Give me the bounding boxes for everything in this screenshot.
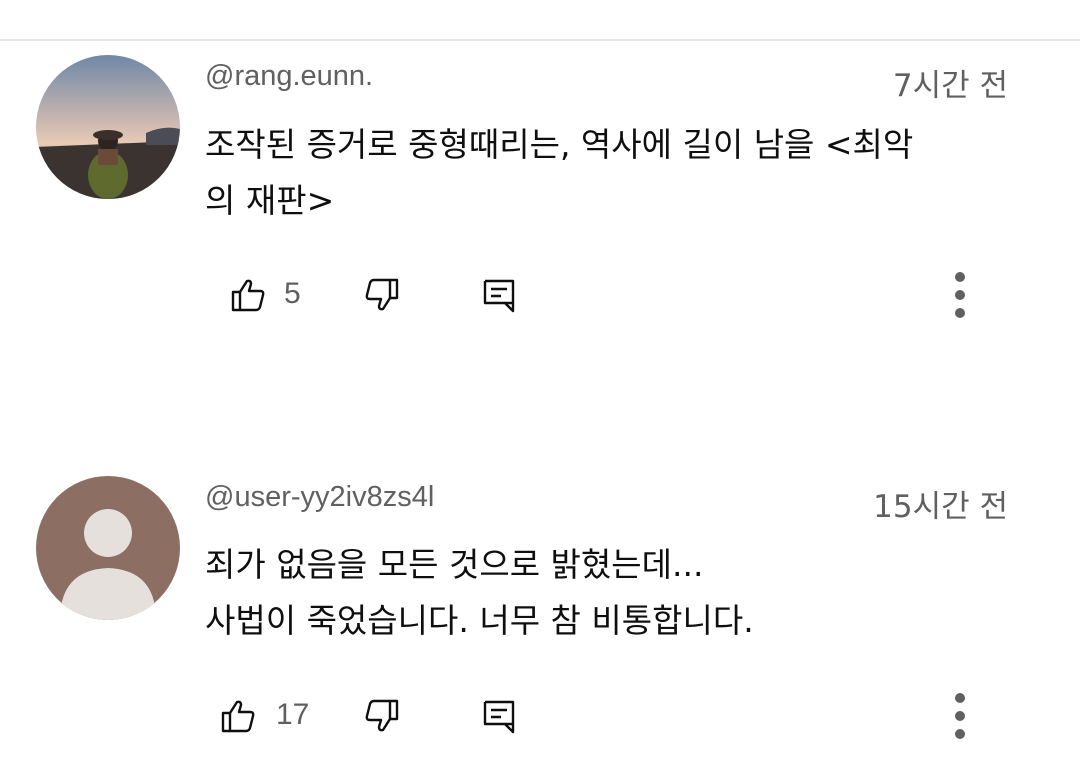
photo-avatar-image	[36, 55, 180, 199]
dislike-button[interactable]	[360, 273, 404, 317]
like-count: 5	[284, 277, 301, 310]
comment-text-line: 조작된 증거로 중형때리는, 역사에 길이 남을 <최악	[205, 125, 914, 164]
comment-text-line: 사법이 죽었습니다. 너무 참 비통합니다.	[205, 601, 754, 640]
more-options-button[interactable]	[940, 690, 980, 742]
comment-text-line: 죄가 없음을 모든 것으로 밝혔는데...	[205, 545, 704, 584]
thumbs-down-icon	[365, 699, 399, 732]
more-vertical-icon	[955, 272, 965, 318]
comment-timestamp: 15시간 전	[873, 489, 1008, 525]
reply-button[interactable]	[477, 694, 521, 738]
reply-icon	[483, 279, 515, 313]
thumbs-up-icon	[231, 279, 265, 312]
like-button[interactable]	[226, 273, 270, 317]
more-options-button[interactable]	[940, 269, 980, 321]
like-button[interactable]	[216, 694, 260, 738]
comment-username[interactable]: @rang.eunn.	[205, 60, 373, 93]
comment-actions: 17	[0, 686, 1080, 746]
more-vertical-icon	[955, 693, 965, 739]
dislike-button[interactable]	[360, 694, 404, 738]
comment-timestamp: 7시간 전	[892, 68, 1008, 104]
avatar[interactable]	[36, 476, 180, 620]
comment-text: 조작된 증거로 중형때리는, 역사에 길이 남을 <최악 의 재판>	[205, 117, 1035, 229]
reply-icon	[483, 700, 515, 734]
comment-actions: 5	[0, 265, 1080, 325]
thumbs-down-icon	[365, 278, 399, 311]
comment-text: 죄가 없음을 모든 것으로 밝혔는데... 사법이 죽었습니다. 너무 참 비통…	[205, 537, 1035, 649]
avatar[interactable]	[36, 55, 180, 199]
thumbs-up-icon	[221, 700, 255, 733]
like-count: 17	[276, 698, 310, 731]
comment-text-line: 의 재판>	[205, 181, 335, 220]
top-divider	[0, 39, 1080, 41]
comment-username[interactable]: @user-yy2iv8zs4l	[205, 481, 434, 514]
default-avatar-image	[60, 509, 156, 620]
reply-button[interactable]	[477, 273, 521, 317]
